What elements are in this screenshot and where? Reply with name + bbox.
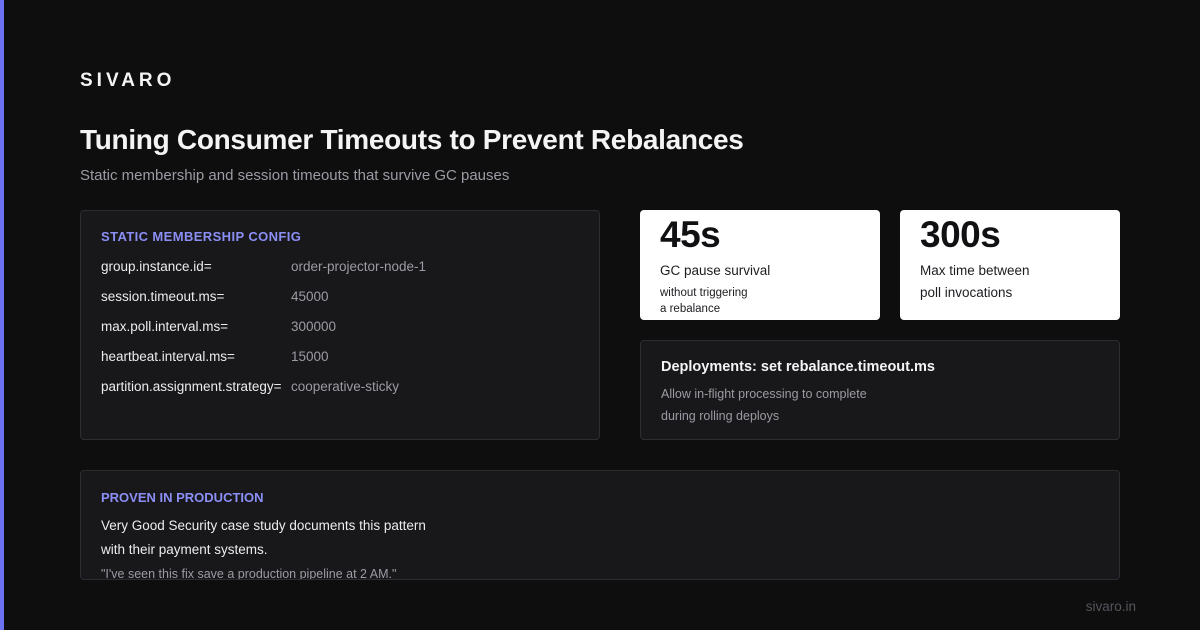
footer-url: sivaro.in	[1085, 599, 1136, 614]
config-value: 300000	[291, 319, 337, 334]
stat-note: poll invocations	[920, 285, 1013, 300]
deployment-card: Deployments: set rebalance.timeout.ms Al…	[640, 340, 1120, 440]
proof-card: PROVEN IN PRODUCTION Very Good Security …	[80, 470, 1120, 580]
config-key: heartbeat.interval.ms=	[101, 349, 235, 364]
config-key: session.timeout.ms=	[101, 289, 225, 304]
config-row: session.timeout.ms= 45000	[101, 289, 329, 304]
config-key: max.poll.interval.ms=	[101, 319, 229, 334]
page-subtitle: Static membership and session timeouts t…	[80, 167, 510, 184]
config-key: group.instance.id=	[101, 259, 212, 274]
stat-note: a rebalance	[660, 303, 721, 315]
config-key: partition.assignment.strategy=	[101, 379, 282, 394]
stat-label: Max time between	[920, 263, 1030, 278]
stat-value: 300s	[920, 214, 1001, 255]
config-label: STATIC MEMBERSHIP CONFIG	[101, 229, 302, 244]
deployment-text: during rolling deploys	[661, 409, 780, 423]
proof-label: PROVEN IN PRODUCTION	[101, 490, 264, 505]
config-value: 15000	[291, 349, 329, 364]
stat-label: GC pause survival	[660, 263, 771, 278]
deployment-text: Allow in-flight processing to complete	[661, 387, 867, 401]
config-row: group.instance.id= order-projector-node-1	[101, 259, 426, 274]
config-row: heartbeat.interval.ms= 15000	[101, 349, 329, 364]
config-value: 45000	[291, 289, 329, 304]
config-row: partition.assignment.strategy= cooperativ…	[101, 379, 399, 394]
proof-text: with their payment systems.	[101, 542, 268, 557]
stat-note: without triggering	[660, 287, 748, 299]
brand-logo: SIVARO	[80, 70, 176, 91]
deployment-title: Deployments: set rebalance.timeout.ms	[661, 359, 935, 375]
proof-text: Very Good Security case study documents …	[101, 518, 426, 533]
proof-quote: "I've seen this fix save a production pi…	[101, 567, 397, 580]
config-value: order-projector-node-1	[291, 259, 427, 274]
stat-card-gc-pause: 45s GC pause survival without triggering…	[640, 210, 880, 320]
page-title: Tuning Consumer Timeouts to Prevent Reba…	[80, 124, 744, 155]
config-card: STATIC MEMBERSHIP CONFIG group.instance.…	[80, 210, 600, 440]
accent-bar	[0, 0, 4, 630]
stat-card-poll-interval: 300s Max time between poll invocations	[900, 210, 1120, 320]
config-row: max.poll.interval.ms= 300000	[101, 319, 336, 334]
stat-value: 45s	[660, 214, 721, 255]
config-value: cooperative-sticky	[291, 379, 400, 394]
